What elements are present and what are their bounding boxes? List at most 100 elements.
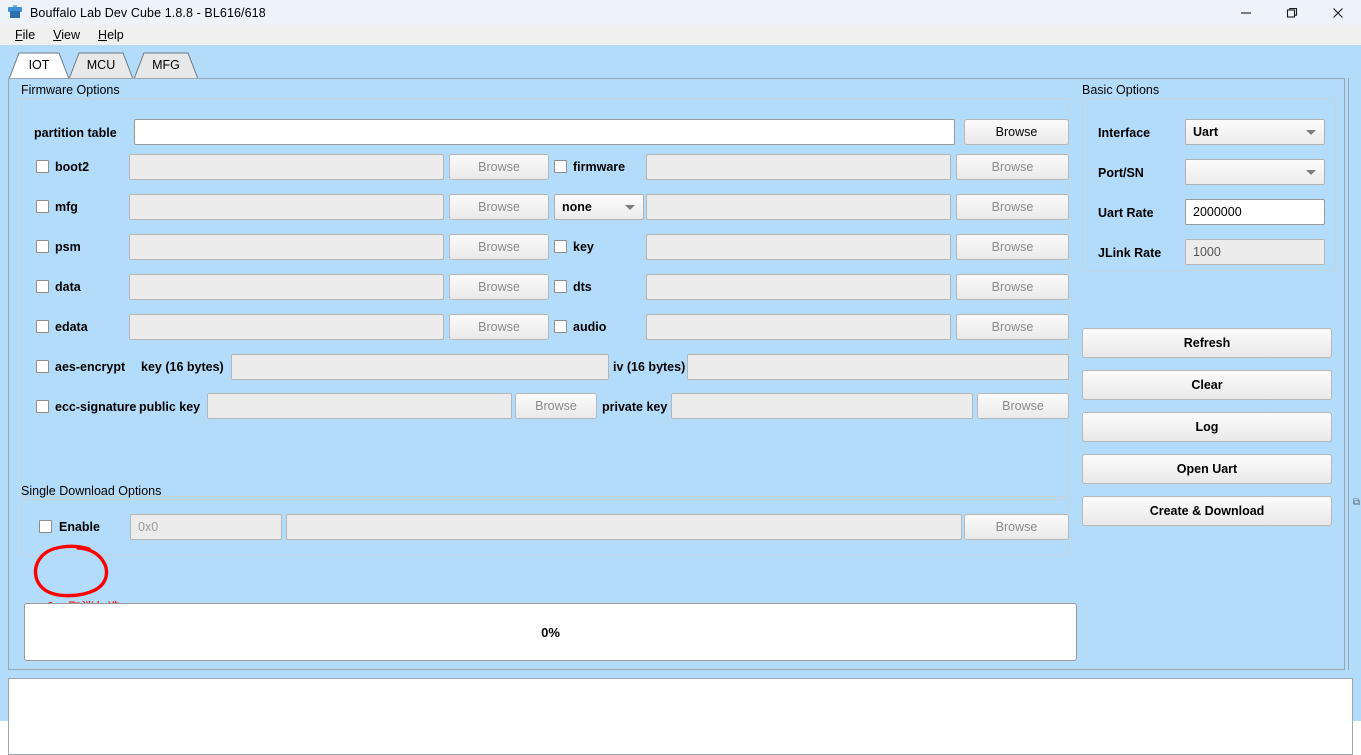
tab-mcu[interactable]: MCU bbox=[68, 52, 134, 79]
menu-label-file: ile bbox=[22, 28, 36, 42]
enable-checkbox[interactable] bbox=[39, 520, 52, 533]
enable-label: Enable bbox=[59, 520, 100, 534]
edata-browse-button[interactable]: Browse bbox=[449, 314, 549, 340]
mfg-type-combo-value: none bbox=[562, 200, 592, 214]
data-checkbox[interactable] bbox=[36, 280, 49, 293]
partition-table-browse-button[interactable]: Browse bbox=[964, 119, 1069, 145]
progress-percent-label: 0% bbox=[541, 624, 560, 640]
psm-input[interactable] bbox=[129, 234, 444, 260]
boot2-browse-button[interactable]: Browse bbox=[449, 154, 549, 180]
menu-item-help[interactable]: Help bbox=[89, 27, 133, 43]
uart-rate-input[interactable]: 2000000 bbox=[1185, 199, 1325, 225]
jlink-rate-input[interactable]: 1000 bbox=[1185, 239, 1325, 265]
single-download-options-label: Single Download Options bbox=[21, 484, 162, 498]
panel-splitter[interactable]: ⧉ bbox=[1345, 78, 1361, 670]
dts-checkbox[interactable] bbox=[554, 280, 567, 293]
firmware-checkbox[interactable] bbox=[554, 160, 567, 173]
refresh-button[interactable]: Refresh bbox=[1082, 328, 1332, 358]
menu-bar: File View Help bbox=[0, 25, 1361, 45]
mfg-checkbox[interactable] bbox=[36, 200, 49, 213]
ecc-signature-label: ecc-signature bbox=[55, 400, 137, 414]
key-input[interactable] bbox=[646, 234, 951, 260]
data-input[interactable] bbox=[129, 274, 444, 300]
port-sn-combo[interactable] bbox=[1185, 159, 1325, 185]
data-browse-button[interactable]: Browse bbox=[449, 274, 549, 300]
log-output-panel[interactable] bbox=[8, 678, 1353, 755]
psm-label: psm bbox=[55, 240, 81, 254]
interface-combo[interactable]: Uart bbox=[1185, 119, 1325, 145]
single-download-browse-button[interactable]: Browse bbox=[964, 514, 1069, 540]
private-key-input[interactable] bbox=[671, 393, 973, 419]
key-browse-button[interactable]: Browse bbox=[956, 234, 1069, 260]
progress-bar: 0% bbox=[24, 603, 1077, 661]
private-key-label: private key bbox=[602, 400, 668, 414]
minimize-button[interactable] bbox=[1223, 0, 1269, 25]
firmware-browse-button[interactable]: Browse bbox=[956, 154, 1069, 180]
mfg-browse-button[interactable]: Browse bbox=[449, 194, 549, 220]
public-key-input[interactable] bbox=[207, 393, 512, 419]
aes-key-input[interactable] bbox=[231, 354, 609, 380]
key-label: key bbox=[573, 240, 594, 254]
open-uart-button[interactable]: Open Uart bbox=[1082, 454, 1332, 484]
menu-label-view: iew bbox=[61, 28, 81, 42]
log-button[interactable]: Log bbox=[1082, 412, 1332, 442]
tab-iot-label: IOT bbox=[28, 57, 50, 72]
audio-browse-button[interactable]: Browse bbox=[956, 314, 1069, 340]
aes-iv-label: iv (16 bytes) bbox=[613, 360, 686, 374]
dts-label: dts bbox=[573, 280, 592, 294]
single-download-address-input[interactable]: 0x0 bbox=[130, 514, 282, 540]
aes-encrypt-checkbox[interactable] bbox=[36, 360, 49, 373]
tab-mcu-label: MCU bbox=[86, 57, 116, 72]
interface-label: Interface bbox=[1098, 126, 1151, 140]
boot2-checkbox[interactable] bbox=[36, 160, 49, 173]
firmware-label: firmware bbox=[573, 160, 626, 174]
window-body: IOT MCU MFG Firmware Options partition t… bbox=[0, 45, 1361, 755]
single-download-address-placeholder: 0x0 bbox=[138, 520, 159, 534]
key-checkbox[interactable] bbox=[554, 240, 567, 253]
partition-table-label: partition table bbox=[34, 126, 117, 140]
title-bar: Bouffalo Lab Dev Cube 1.8.8 - BL616/618 bbox=[0, 0, 1361, 25]
dts-input[interactable] bbox=[646, 274, 951, 300]
public-key-browse-button[interactable]: Browse bbox=[515, 393, 597, 419]
edata-checkbox[interactable] bbox=[36, 320, 49, 333]
port-sn-label: Port/SN bbox=[1098, 166, 1144, 180]
aes-key-label: key (16 bytes) bbox=[141, 360, 224, 374]
boot2-input[interactable] bbox=[129, 154, 444, 180]
window-controls bbox=[1223, 0, 1361, 25]
audio-checkbox[interactable] bbox=[554, 320, 567, 333]
psm-checkbox[interactable] bbox=[36, 240, 49, 253]
menu-item-file[interactable]: File bbox=[6, 27, 44, 43]
menu-item-view[interactable]: View bbox=[44, 27, 89, 43]
iot-tab-panel: Firmware Options partition table Browse … bbox=[8, 78, 1345, 670]
mfg-input[interactable] bbox=[129, 194, 444, 220]
window-title: Bouffalo Lab Dev Cube 1.8.8 - BL616/618 bbox=[30, 5, 266, 20]
splitter-grip-icon[interactable]: ⧉ bbox=[1351, 496, 1361, 509]
aes-encrypt-label: aes-encrypt bbox=[55, 360, 126, 374]
jlink-rate-label: JLink Rate bbox=[1098, 246, 1162, 260]
basic-options-label: Basic Options bbox=[1082, 83, 1160, 97]
tab-strip: IOT MCU MFG bbox=[0, 52, 1361, 79]
uart-rate-label: Uart Rate bbox=[1098, 206, 1154, 220]
chevron-down-icon bbox=[625, 205, 635, 210]
tab-mfg[interactable]: MFG bbox=[133, 52, 199, 79]
create-and-download-button[interactable]: Create & Download bbox=[1082, 496, 1332, 526]
tab-iot[interactable]: IOT bbox=[8, 52, 70, 79]
maximize-button[interactable] bbox=[1269, 0, 1315, 25]
mfg-extra-input[interactable] bbox=[646, 194, 951, 220]
aes-iv-input[interactable] bbox=[687, 354, 1069, 380]
ecc-signature-checkbox[interactable] bbox=[36, 400, 49, 413]
mfg-type-combo[interactable]: none bbox=[554, 194, 644, 220]
close-button[interactable] bbox=[1315, 0, 1361, 25]
mfg-extra-browse-button[interactable]: Browse bbox=[956, 194, 1069, 220]
private-key-browse-button[interactable]: Browse bbox=[977, 393, 1069, 419]
partition-table-input[interactable] bbox=[134, 119, 955, 145]
dts-browse-button[interactable]: Browse bbox=[956, 274, 1069, 300]
clear-button[interactable]: Clear bbox=[1082, 370, 1332, 400]
psm-browse-button[interactable]: Browse bbox=[449, 234, 549, 260]
interface-combo-value: Uart bbox=[1193, 125, 1219, 139]
edata-input[interactable] bbox=[129, 314, 444, 340]
single-download-file-input[interactable] bbox=[286, 514, 962, 540]
firmware-input[interactable] bbox=[646, 154, 951, 180]
audio-input[interactable] bbox=[646, 314, 951, 340]
splitter-line bbox=[1348, 78, 1349, 670]
